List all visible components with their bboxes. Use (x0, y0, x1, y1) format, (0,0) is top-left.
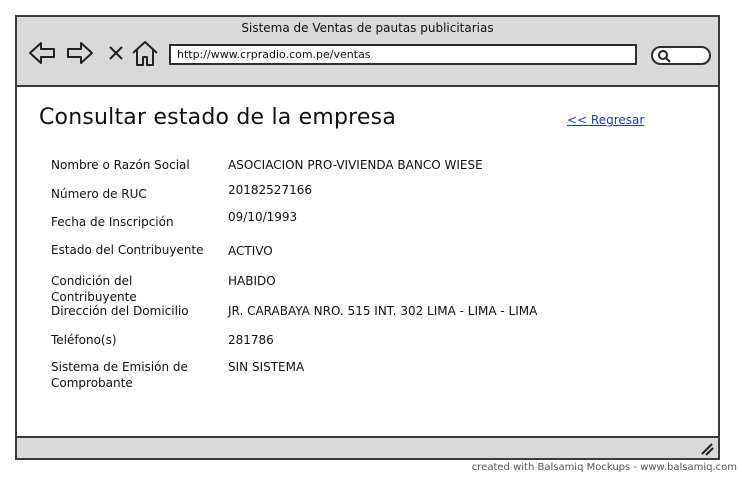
url-input[interactable]: http://www.crpradio.com.pe/ventas (169, 44, 637, 65)
home-icon[interactable] (130, 39, 160, 67)
field-value: SIN SISTEMA (228, 360, 305, 374)
field-label: Dirección del Domicilio (51, 304, 189, 318)
back-arrow-icon[interactable] (27, 39, 57, 67)
browser-window: Sistema de Ventas de pautas publicitaria… (15, 15, 720, 460)
page-content: Consultar estado de la empresa << Regres… (17, 87, 718, 436)
field-label: Teléfono(s) (51, 333, 117, 347)
field-value: HABIDO (228, 274, 276, 288)
browser-chrome: Sistema de Ventas de pautas publicitaria… (17, 17, 718, 87)
browser-search-input[interactable] (651, 46, 711, 65)
field-label: Condición del Contribuyente (51, 274, 137, 304)
window-title: Sistema de Ventas de pautas publicitaria… (241, 21, 494, 35)
status-bar (17, 436, 718, 458)
field-value: JR. CARABAYA NRO. 515 INT. 302 LIMA - LI… (228, 304, 538, 318)
balsamiq-credit: created with Balsamiq Mockups - www.bals… (471, 462, 737, 473)
field-value: ASOCIACION PRO-VIVIENDA BANCO WIESE (228, 158, 483, 172)
resize-grip-icon[interactable] (700, 442, 714, 456)
field-label: Estado del Contribuyente (51, 243, 204, 257)
forward-arrow-icon[interactable] (65, 39, 95, 67)
search-icon (658, 50, 671, 63)
close-icon[interactable] (107, 39, 125, 67)
field-label: Número de RUC (51, 187, 147, 201)
field-label: Sistema de Emisión de Comprobante (51, 360, 188, 390)
field-value: 281786 (228, 333, 274, 347)
field-value: ACTIVO (228, 244, 273, 258)
field-value: 09/10/1993 (228, 210, 298, 224)
field-label: Fecha de Inscripción (51, 215, 174, 229)
page-title: Consultar estado de la empresa (39, 105, 397, 130)
back-link[interactable]: << Regresar (567, 113, 644, 127)
field-label: Nombre o Razón Social (51, 158, 190, 172)
field-value: 20182527166 (228, 183, 312, 197)
